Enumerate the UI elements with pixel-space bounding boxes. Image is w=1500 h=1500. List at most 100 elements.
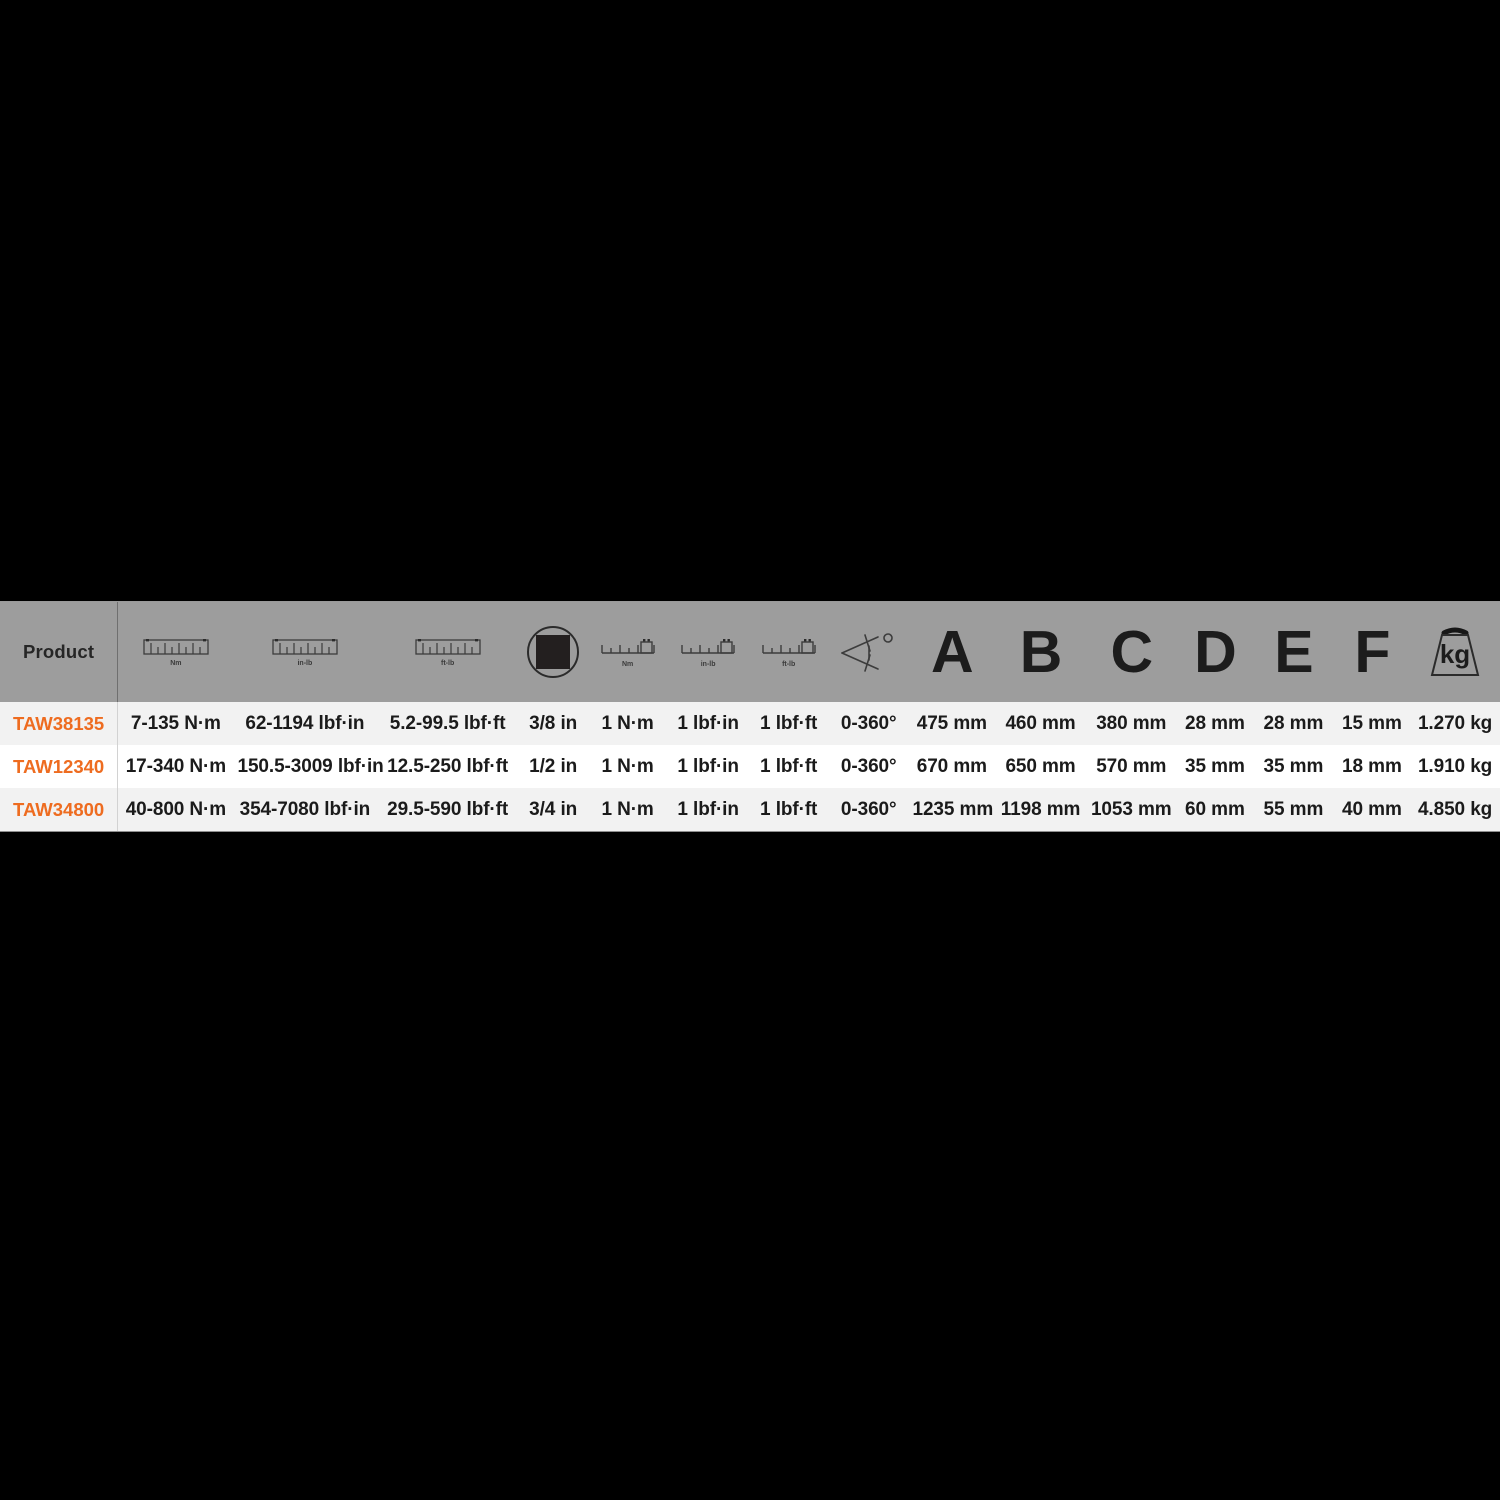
cell-range-nm: 40-800 N·m	[125, 798, 227, 820]
angle-degree-icon	[838, 629, 900, 675]
specifications-table-container: Product Nm in-lb ft-lb Nm in-lb ft-lb A …	[0, 601, 1500, 832]
ruler-icon-group-nm: Nm	[118, 602, 233, 702]
dimension-c-group: C	[1086, 602, 1177, 702]
cell-range-lbfin: 62-1194 lbf·in	[245, 712, 365, 734]
cell-weight: 1.270 kg	[1417, 712, 1493, 734]
dimension-f-group: F	[1334, 602, 1410, 702]
cell-dimension-c: 570 mm	[1096, 755, 1167, 777]
graduation-icon-caption-ftlb: ft-lb	[782, 660, 796, 668]
dimension-a-group: A	[908, 602, 995, 702]
cell-dimension-f: 18 mm	[1342, 755, 1402, 777]
cell-weight: 1.910 kg	[1417, 755, 1493, 777]
cell-angle-range: 0-360°	[840, 712, 897, 734]
cell-resolution-lbfin: 1 lbf·in	[677, 712, 739, 734]
graduation-icon-group-nm: Nm	[587, 602, 668, 702]
ruler-icon	[143, 638, 209, 658]
cell-dimension-d: 35 mm	[1185, 755, 1245, 777]
column-header-range-lbfft: ft-lb	[376, 602, 519, 702]
cell-product[interactable]: TAW12340	[0, 745, 119, 788]
table-row: TAW38135 7-135 N·m 62-1194 lbf·in 5.2-99…	[0, 702, 1500, 745]
dimension-letter-f: F	[1354, 618, 1390, 685]
cell-resolution-lbfft: 1 lbf·ft	[760, 798, 818, 820]
column-header-dimension-b: B	[995, 602, 1086, 702]
cell-dimension-a: 475 mm	[916, 712, 987, 734]
cell-resolution-nm: 1 N·m	[601, 798, 654, 820]
cell-product[interactable]: TAW38135	[0, 702, 119, 745]
cell-range-nm: 7-135 N·m	[130, 712, 221, 734]
cell-range-lbfin: 354-7080 lbf·in	[239, 798, 371, 820]
graduation-icon-group-ftlb: ft-lb	[748, 602, 829, 702]
cell-resolution-lbfin: 1 lbf·in	[677, 755, 739, 777]
column-header-weight: kg	[1410, 602, 1500, 702]
column-header-product: Product	[0, 602, 119, 702]
cell-range-lbfft: 12.5-250 lbf·ft	[387, 755, 509, 777]
column-header-resolution-lbfft: ft-lb	[748, 602, 829, 702]
table-header-row: Product Nm in-lb ft-lb Nm in-lb ft-lb A …	[0, 602, 1500, 702]
ruler-icon	[414, 638, 481, 658]
column-header-angle-range	[828, 602, 909, 702]
cell-resolution-lbfft: 1 lbf·ft	[760, 712, 818, 734]
dimension-letter-c: C	[1110, 618, 1153, 685]
ruler-icon-group-ftlb: ft-lb	[376, 602, 519, 702]
column-header-resolution-nm: Nm	[587, 602, 668, 702]
cell-drive-size: 3/8 in	[529, 712, 578, 734]
cell-dimension-e: 28 mm	[1263, 712, 1324, 734]
table-header: Product Nm in-lb ft-lb Nm in-lb ft-lb A …	[0, 602, 1500, 702]
cell-drive-size: 1/2 in	[529, 755, 578, 777]
svg-text:kg: kg	[1440, 639, 1470, 669]
weight-kg-icon-group: kg	[1410, 602, 1500, 702]
column-header-dimension-f: F	[1333, 602, 1411, 702]
dimension-letter-e: E	[1274, 618, 1313, 685]
ruler-icon-caption-nm: Nm	[170, 659, 182, 667]
cell-dimension-b: 650 mm	[1005, 755, 1076, 777]
cell-product[interactable]: TAW34800	[0, 788, 119, 831]
cell-angle-range: 0-360°	[840, 755, 897, 777]
dimension-b-group: B	[995, 602, 1086, 702]
square-drive-icon-group	[519, 602, 587, 702]
product-header-label: Product	[22, 641, 95, 662]
graduation-icon-caption-nm: Nm	[621, 660, 634, 668]
cell-drive-size: 3/4 in	[529, 798, 578, 820]
cell-resolution-nm: 1 N·m	[601, 755, 654, 777]
column-header-dimension-d: D	[1176, 602, 1254, 702]
weight-kg-icon: kg	[1423, 623, 1487, 681]
table-row: TAW34800 40-800 N·m 354-7080 lbf·in 29.5…	[0, 788, 1500, 831]
graduation-icon	[680, 637, 736, 659]
table-body: TAW38135 7-135 N·m 62-1194 lbf·in 5.2-99…	[0, 702, 1500, 831]
cell-resolution-lbfft: 1 lbf·ft	[760, 755, 818, 777]
cell-dimension-c: 1053 mm	[1090, 798, 1172, 820]
cell-resolution-nm: 1 N·m	[601, 712, 654, 734]
cell-dimension-f: 40 mm	[1342, 798, 1402, 820]
column-header-drive-size	[519, 602, 588, 702]
cell-range-lbfin: 150.5-3009 lbf·in	[237, 755, 384, 777]
specifications-table: Product Nm in-lb ft-lb Nm in-lb ft-lb A …	[0, 602, 1500, 831]
dimension-letter-a: A	[931, 618, 974, 685]
column-header-range-nm: Nm	[117, 602, 234, 702]
column-header-resolution-lbfin: in-lb	[667, 602, 749, 702]
cell-resolution-lbfin: 1 lbf·in	[677, 798, 739, 820]
cell-angle-range: 0-360°	[840, 798, 897, 820]
cell-dimension-c: 380 mm	[1096, 712, 1167, 734]
cell-dimension-f: 15 mm	[1342, 712, 1402, 734]
angle-degree-icon-group	[829, 602, 909, 702]
cell-dimension-a: 1235 mm	[912, 798, 994, 820]
cell-dimension-e: 55 mm	[1263, 798, 1324, 820]
ruler-icon	[272, 638, 338, 658]
dimension-letter-d: D	[1194, 618, 1237, 685]
cell-weight: 4.850 kg	[1417, 798, 1493, 820]
dimension-d-group: D	[1177, 602, 1253, 702]
table-row: TAW12340 17-340 N·m 150.5-3009 lbf·in 12…	[0, 745, 1500, 788]
cell-range-nm: 17-340 N·m	[125, 755, 227, 777]
cell-dimension-e: 35 mm	[1263, 755, 1324, 777]
cell-range-lbfft: 29.5-590 lbf·ft	[387, 798, 509, 820]
graduation-icon-group-inlb: in-lb	[668, 602, 749, 702]
ruler-icon-group-inlb: in-lb	[234, 602, 377, 702]
cell-dimension-d: 60 mm	[1185, 798, 1245, 820]
dimension-e-group: E	[1253, 602, 1334, 702]
ruler-icon-caption-ftlb: ft-lb	[441, 659, 455, 667]
dimension-letter-b: B	[1019, 618, 1063, 685]
square-drive-icon	[526, 625, 580, 679]
column-header-dimension-a: A	[908, 602, 996, 702]
column-header-dimension-c: C	[1085, 602, 1177, 702]
graduation-icon-caption-inlb: in-lb	[700, 660, 716, 668]
